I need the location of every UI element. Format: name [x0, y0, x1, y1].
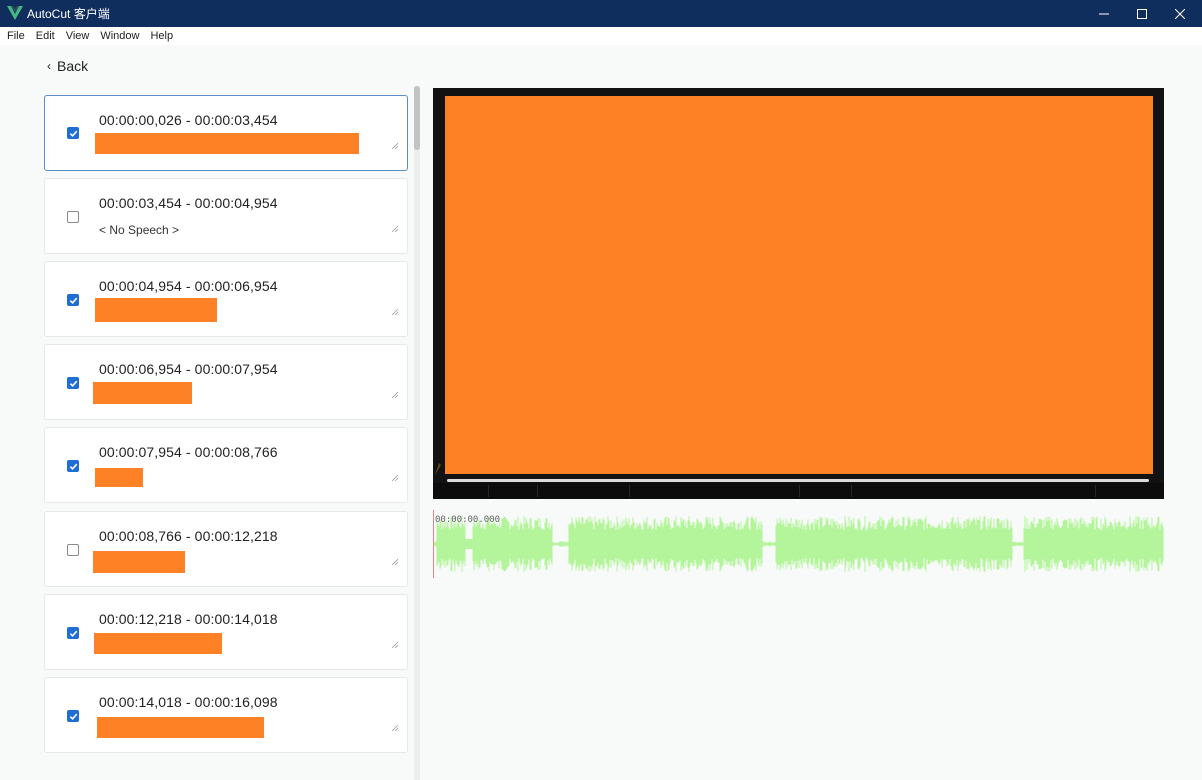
no-speech-label[interactable]: < No Speech > — [99, 223, 179, 237]
redacted-text[interactable] — [95, 298, 217, 322]
segment-item[interactable]: 00:00:07,954 - 00:00:08,766 — [44, 427, 408, 503]
window-title: AutoCut 客户端 — [27, 7, 110, 21]
segment-time: 00:00:03,454 - 00:00:04,954 — [99, 195, 278, 211]
minimize-icon — [1099, 13, 1109, 14]
strip-separator — [799, 485, 800, 497]
resize-handle-icon[interactable] — [391, 225, 399, 233]
segment-time: 00:00:04,954 - 00:00:06,954 — [99, 278, 278, 294]
segment-time: 00:00:06,954 - 00:00:07,954 — [99, 361, 278, 377]
segment-time: 00:00:12,218 - 00:00:14,018 — [99, 611, 278, 627]
menu-bar: File Edit View Window Help — [0, 27, 1202, 45]
check-icon — [69, 713, 77, 720]
redacted-text[interactable] — [93, 382, 192, 404]
video-edge-mark-icon — [435, 463, 441, 475]
video-progress-bar[interactable] — [447, 479, 1149, 482]
close-icon — [1175, 8, 1185, 19]
waveform-graphic[interactable] — [432, 510, 1164, 578]
main-content: ‹ Back 00:00:00,026 - 00:00:03,454 00:00… — [0, 45, 1202, 780]
strip-separator — [851, 485, 852, 497]
segment-time: 00:00:07,954 - 00:00:08,766 — [99, 444, 278, 460]
segment-item[interactable]: 00:00:08,766 - 00:00:12,218 — [44, 511, 408, 587]
segment-time: 00:00:08,766 - 00:00:12,218 — [99, 528, 278, 544]
segment-time: 00:00:14,018 - 00:00:16,098 — [99, 694, 278, 710]
check-icon — [69, 380, 77, 387]
chevron-left-icon: ‹ — [47, 59, 51, 73]
strip-separator — [629, 485, 630, 497]
playhead[interactable] — [433, 510, 434, 578]
segment-checkbox[interactable] — [67, 377, 79, 389]
segment-item[interactable]: 00:00:06,954 - 00:00:07,954 — [44, 344, 408, 420]
scrollbar-thumb[interactable] — [414, 86, 420, 150]
resize-handle-icon[interactable] — [391, 308, 399, 316]
redacted-text[interactable] — [97, 717, 264, 738]
video-frame-redacted[interactable] — [445, 96, 1153, 474]
player-status-strip — [433, 483, 1164, 499]
resize-handle-icon[interactable] — [391, 474, 399, 482]
segment-checkbox[interactable] — [67, 460, 79, 472]
redacted-text[interactable] — [93, 551, 185, 573]
redacted-text[interactable] — [94, 633, 222, 654]
video-player[interactable] — [433, 88, 1164, 499]
redacted-text[interactable] — [95, 133, 359, 154]
audio-waveform[interactable]: 00:00:00.000 — [432, 510, 1164, 578]
segment-checkbox[interactable] — [67, 127, 79, 139]
strip-separator — [488, 485, 489, 497]
resize-handle-icon[interactable] — [391, 558, 399, 566]
check-icon — [69, 297, 77, 304]
resize-handle-icon[interactable] — [391, 724, 399, 732]
segment-checkbox[interactable] — [67, 627, 79, 639]
maximize-icon — [1137, 8, 1147, 19]
menu-file[interactable]: File — [4, 30, 29, 42]
segment-checkbox[interactable] — [67, 544, 79, 556]
title-bar: AutoCut 客户端 — [0, 0, 1202, 27]
strip-separator — [1095, 485, 1096, 497]
menu-help[interactable]: Help — [147, 30, 177, 42]
strip-separator — [537, 485, 538, 497]
menu-window[interactable]: Window — [97, 30, 143, 42]
resize-handle-icon[interactable] — [391, 391, 399, 399]
resize-handle-icon[interactable] — [391, 142, 399, 150]
playhead-time: 00:00:00.000 — [435, 515, 501, 525]
autocut-logo-icon — [7, 6, 23, 20]
back-label: Back — [57, 58, 89, 74]
segment-item[interactable]: 00:00:04,954 - 00:00:06,954 — [44, 261, 408, 337]
redacted-text[interactable] — [95, 468, 143, 487]
segment-item[interactable]: 00:00:12,218 - 00:00:14,018 — [44, 594, 408, 670]
segment-checkbox[interactable] — [67, 211, 79, 223]
check-icon — [69, 130, 77, 137]
close-button[interactable] — [1157, 0, 1202, 27]
segment-item[interactable]: 00:00:14,018 - 00:00:16,098 — [44, 677, 408, 753]
check-icon — [69, 630, 77, 637]
back-button[interactable]: ‹ Back — [47, 58, 88, 74]
menu-edit[interactable]: Edit — [33, 30, 59, 42]
menu-view[interactable]: View — [63, 30, 94, 42]
segment-time: 00:00:00,026 - 00:00:03,454 — [99, 112, 278, 128]
segment-item[interactable]: 00:00:03,454 - 00:00:04,954 < No Speech … — [44, 178, 408, 254]
segment-item[interactable]: 00:00:00,026 - 00:00:03,454 — [44, 95, 408, 171]
waveform-path — [432, 516, 1164, 572]
resize-handle-icon[interactable] — [391, 641, 399, 649]
segment-list-scrollbar[interactable] — [414, 86, 420, 780]
segment-list: 00:00:00,026 - 00:00:03,454 00:00:03,454… — [44, 95, 410, 780]
check-icon — [69, 463, 77, 470]
segment-checkbox[interactable] — [67, 710, 79, 722]
segment-checkbox[interactable] — [67, 294, 79, 306]
